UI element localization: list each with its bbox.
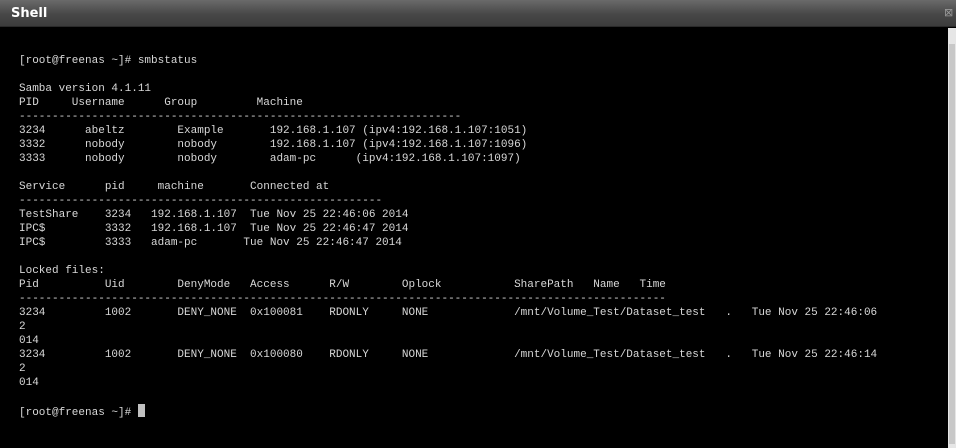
terminal-line: 014 — [19, 376, 877, 390]
terminal-line: Service pid machine Connected at — [19, 180, 877, 194]
terminal-line: 3234 abeltz Example 192.168.1.107 (ipv4:… — [19, 124, 877, 138]
title-bar: Shell ⊠ — [0, 0, 956, 27]
terminal-line-text: 3332 nobody nobody 192.168.1.107 (ipv4:1… — [19, 139, 528, 151]
terminal-line: TestShare 3234 192.168.1.107 Tue Nov 25 … — [19, 208, 877, 222]
terminal-line-text: 3234 1002 DENY_NONE 0x100080 RDONLY NONE… — [19, 349, 878, 361]
terminal-line-text: PID Username Group Machine — [19, 97, 303, 109]
terminal-line-text: Service pid machine Connected at — [19, 181, 330, 193]
terminal-lines: [root@freenas ~]# smbstatus Samba version… — [19, 54, 877, 419]
terminal-line: 2 — [19, 320, 877, 334]
terminal-line: 3333 nobody nobody adam-pc (ipv4:192.168… — [19, 152, 877, 166]
terminal-output[interactable]: [root@freenas ~]# smbstatus Samba version… — [0, 28, 948, 448]
terminal-line: IPC$ 3333 adam-pc Tue Nov 25 22:46:47 20… — [19, 236, 877, 250]
terminal-line-text: ----------------------------------------… — [19, 195, 383, 207]
terminal-cursor — [137, 404, 145, 417]
terminal-line: IPC$ 3332 192.168.1.107 Tue Nov 25 22:46… — [19, 222, 877, 236]
terminal-line: PID Username Group Machine — [19, 96, 877, 110]
terminal-line-text: Locked files: — [19, 265, 105, 277]
terminal-line-text: TestShare 3234 192.168.1.107 Tue Nov 25 … — [19, 209, 409, 221]
terminal-line: [root@freenas ~]# smbstatus — [19, 54, 877, 68]
terminal-line-text: IPC$ 3332 192.168.1.107 Tue Nov 25 22:46… — [19, 223, 409, 235]
terminal-line: 3332 nobody nobody 192.168.1.107 (ipv4:1… — [19, 138, 877, 152]
terminal-line: 3234 1002 DENY_NONE 0x100080 RDONLY NONE… — [19, 348, 877, 362]
window-title: Shell — [11, 6, 48, 21]
close-icon[interactable]: ⊠ — [944, 6, 956, 20]
terminal-line: ----------------------------------------… — [19, 194, 877, 208]
terminal-line-text: Samba version 4.1.11 — [19, 83, 152, 95]
terminal-line: 3234 1002 DENY_NONE 0x100081 RDONLY NONE… — [19, 306, 877, 320]
terminal-line: Pid Uid DenyMode Access R/W Oplock Share… — [19, 278, 877, 292]
terminal-line-text: 014 — [19, 335, 39, 347]
terminal-line: 2 — [19, 362, 877, 376]
terminal-line-text: 3234 1002 DENY_NONE 0x100081 RDONLY NONE… — [19, 307, 878, 319]
terminal-line-text: 2 — [19, 321, 26, 333]
terminal-line-text: [root@freenas ~]# smbstatus — [19, 55, 198, 67]
vertical-scrollbar[interactable] — [948, 28, 956, 448]
terminal-line-text: ----------------------------------------… — [19, 111, 462, 123]
terminal-line: ----------------------------------------… — [19, 110, 877, 124]
terminal-line-text: 2 — [19, 363, 26, 375]
terminal-line: Locked files: — [19, 264, 877, 278]
terminal-line-text: Pid Uid DenyMode Access R/W Oplock Share… — [19, 279, 666, 291]
terminal-line-text: ----------------------------------------… — [19, 293, 666, 305]
shell-window: Shell ⊠ [root@freenas ~]# smbstatus Samba… — [0, 0, 956, 448]
terminal-line-text: 3333 nobody nobody adam-pc (ipv4:192.168… — [19, 153, 521, 165]
terminal-line-text: 014 — [19, 377, 39, 389]
terminal-line-text: [root@freenas ~]# — [19, 407, 138, 419]
terminal-line: ----------------------------------------… — [19, 292, 877, 306]
terminal-line: Samba version 4.1.11 — [19, 82, 877, 96]
terminal-line: 014 — [19, 334, 877, 348]
terminal-line-text: IPC$ 3333 adam-pc Tue Nov 25 22:46:47 20… — [19, 237, 402, 249]
scrollbar-thumb[interactable] — [949, 44, 955, 444]
terminal-line: [root@freenas ~]# — [19, 404, 877, 419]
terminal-line-text: 3234 abeltz Example 192.168.1.107 (ipv4:… — [19, 125, 528, 137]
